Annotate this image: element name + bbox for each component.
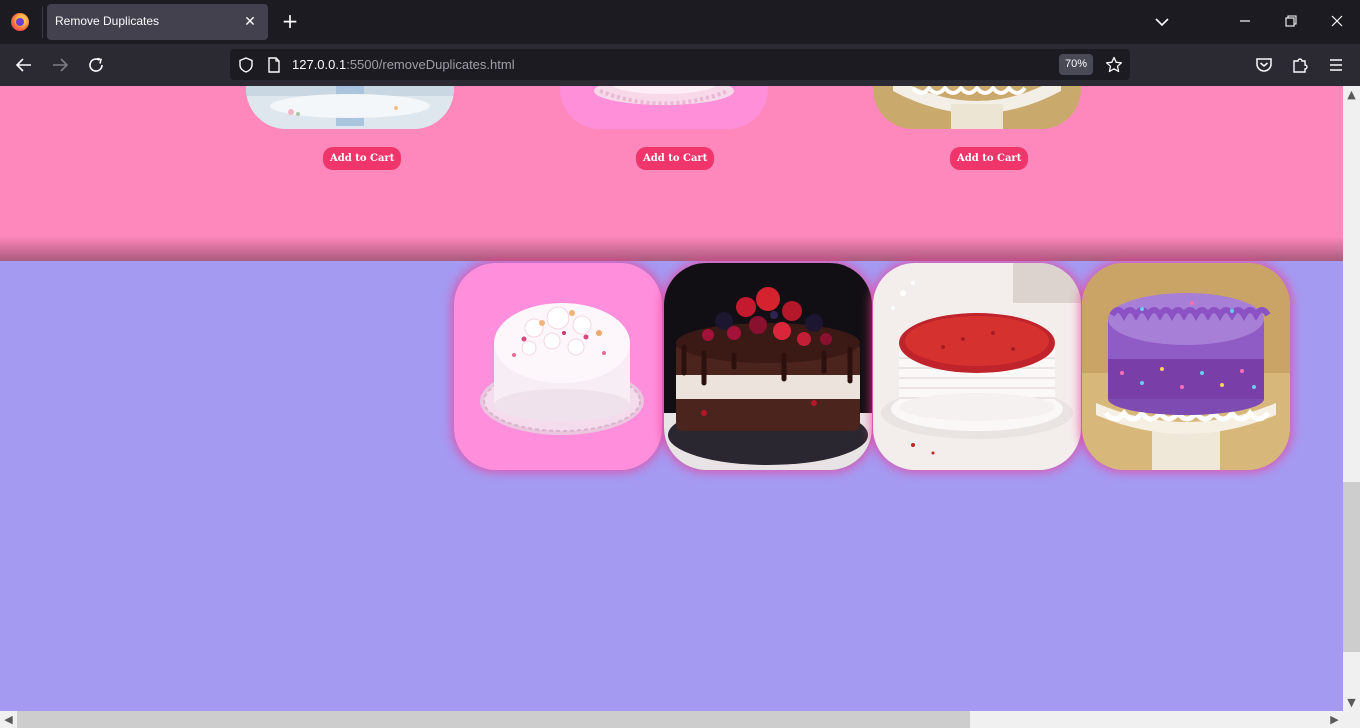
section-divider-shadow [0,236,1343,262]
new-tab-plus-icon[interactable]: + [279,11,301,33]
tab-title: Remove Duplicates [55,14,160,28]
forward-arrow-icon[interactable] [47,52,73,78]
add-to-cart-button[interactable]: Add to Cart [323,147,402,170]
minimize-icon[interactable] [1222,0,1268,44]
tab-remove-duplicates[interactable]: Remove Duplicates ✕ [47,4,268,40]
pocket-icon[interactable] [1251,52,1277,78]
add-to-cart-button[interactable]: Add to Cart [950,147,1029,170]
scroll-up-arrow-icon[interactable]: ▲ [1343,86,1360,103]
restore-icon[interactable] [1268,0,1314,44]
purple-sprinkle-cake-icon [1082,263,1290,470]
back-arrow-icon[interactable] [11,52,37,78]
tab-separator [42,6,43,38]
zoom-level-badge[interactable]: 70% [1059,54,1093,75]
page-icon[interactable] [264,55,284,75]
add-to-cart-button[interactable]: Add to Cart [636,147,715,170]
scroll-left-arrow-icon[interactable]: ◀ [0,711,17,728]
window-close-icon[interactable] [1314,0,1360,44]
navigation-toolbar: 127.0.0.1:5500/removeDuplicates.html 70% [0,44,1360,86]
white-cream-cake-icon [454,263,662,470]
menu-hamburger-icon[interactable] [1323,52,1349,78]
chevron-down-icon[interactable] [1150,11,1174,33]
cake-card-white-cream [454,263,662,470]
pink-product-section: Add to Cart Add to Cart Add to Cart [0,86,1343,262]
scroll-down-arrow-icon[interactable]: ▼ [1343,694,1360,711]
scroll-right-arrow-icon[interactable]: ▶ [1326,711,1343,728]
cake-card-chocolate-berry [664,263,872,470]
product-image-white-cake [246,86,454,129]
bookmark-star-icon[interactable] [1104,55,1124,75]
tab-strip: Remove Duplicates ✕ + [0,0,1360,44]
product-image-pink-cake [560,86,768,129]
firefox-logo-icon [11,13,29,31]
page-viewport: Add to Cart Add to Cart Add to Cart [0,86,1343,711]
extensions-puzzle-icon[interactable] [1287,52,1313,78]
vertical-scrollbar-thumb[interactable] [1343,482,1360,652]
horizontal-scrollbar-thumb[interactable] [17,711,970,728]
url-text[interactable]: 127.0.0.1:5500/removeDuplicates.html [292,57,515,72]
product-image-purple-cake [873,86,1081,129]
shield-icon[interactable] [236,55,256,75]
url-bar[interactable]: 127.0.0.1:5500/removeDuplicates.html 70% [230,49,1130,80]
close-icon[interactable]: ✕ [240,12,260,32]
red-velvet-cake-icon [873,263,1081,470]
cake-card-purple-sprinkle [1082,263,1290,470]
cake-card-red-velvet [873,263,1081,470]
chocolate-berry-cake-icon [664,263,872,470]
reload-icon[interactable] [83,52,109,78]
